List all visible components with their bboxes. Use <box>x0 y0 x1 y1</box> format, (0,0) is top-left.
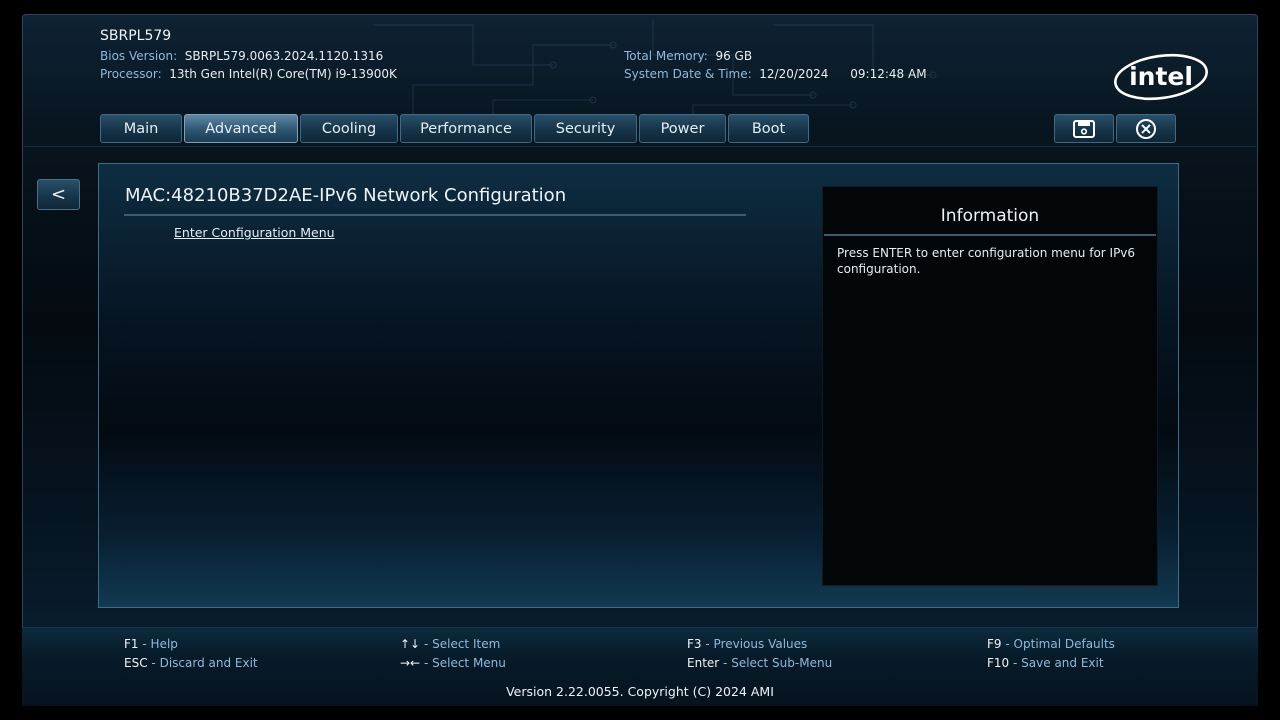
save-button[interactable] <box>1054 114 1114 143</box>
board-name: SBRPL579 <box>100 28 172 44</box>
datetime-row: System Date & Time: 12/20/2024 09:12:48 … <box>624 67 927 81</box>
tab-boot[interactable]: Boot <box>728 114 809 143</box>
floppy-disk-icon <box>1073 119 1095 138</box>
date-value[interactable]: 12/20/2024 <box>759 67 828 81</box>
bios-version-value: SBRPL579.0063.2024.1120.1316 <box>184 49 384 63</box>
select-menu-hint: →← - Select Menu <box>400 656 506 670</box>
page-title: MAC:48210B37D2AE-IPv6 Network Configurat… <box>125 185 567 206</box>
help-hint: F1 - Help <box>124 637 178 651</box>
version-copyright: Version 2.22.0055. Copyright (C) 2024 AM… <box>506 684 774 699</box>
bios-version-label: Bios Version: <box>100 49 178 63</box>
tab-performance[interactable]: Performance <box>400 114 532 143</box>
title-divider <box>124 214 746 216</box>
save-exit-hint: F10 - Save and Exit <box>987 656 1104 670</box>
memory-value: 96 GB <box>715 49 753 63</box>
updown-key: ↑↓ <box>400 637 421 651</box>
intel-logo-text: intel <box>1129 62 1193 91</box>
f10-key: F10 <box>987 656 1010 670</box>
information-text: Press ENTER to enter configuration menu … <box>837 246 1136 276</box>
main-tab-bar: Main Advanced Cooling Performance Securi… <box>100 114 809 143</box>
esc-key: ESC <box>124 656 148 670</box>
processor-label: Processor: <box>100 67 162 81</box>
select-item-desc: Select Item <box>432 637 501 651</box>
select-submenu-hint: Enter - Select Sub-Menu <box>687 656 833 670</box>
f3-key: F3 <box>687 637 702 651</box>
tab-power[interactable]: Power <box>639 114 726 143</box>
processor-row: Processor: 13th Gen Intel(R) Core(TM) i9… <box>100 67 397 81</box>
tab-main[interactable]: Main <box>100 114 182 143</box>
discard-exit-desc: Discard and Exit <box>159 656 258 670</box>
memory-row: Total Memory: 96 GB <box>624 49 752 63</box>
exit-button[interactable] <box>1116 114 1176 143</box>
memory-label: Total Memory: <box>624 49 708 63</box>
f9-key: F9 <box>987 637 1002 651</box>
discard-exit-hint: ESC - Discard and Exit <box>124 656 258 670</box>
select-item-hint: ↑↓ - Select Item <box>400 637 501 651</box>
information-divider <box>824 234 1156 236</box>
optimal-defaults-desc: Optimal Defaults <box>1013 637 1115 651</box>
processor-value: 13th Gen Intel(R) Core(TM) i9-13900K <box>169 67 397 81</box>
time-value[interactable]: 09:12:48 AM <box>850 67 926 81</box>
datetime-label: System Date & Time: <box>624 67 752 81</box>
intel-logo: intel <box>1114 53 1208 101</box>
help-key: F1 <box>124 637 139 651</box>
back-button[interactable]: < <box>37 179 80 210</box>
save-exit-desc: Save and Exit <box>1021 656 1104 670</box>
tab-cooling[interactable]: Cooling <box>300 114 398 143</box>
previous-values-desc: Previous Values <box>713 637 808 651</box>
select-menu-desc: Select Menu <box>432 656 506 670</box>
information-title: Information <box>940 206 1040 226</box>
bios-version-row: Bios Version: SBRPL579.0063.2024.1120.13… <box>100 49 383 63</box>
previous-values-hint: F3 - Previous Values <box>687 637 808 651</box>
tab-security[interactable]: Security <box>534 114 637 143</box>
enter-key: Enter <box>687 656 720 670</box>
select-submenu-desc: Select Sub-Menu <box>731 656 833 670</box>
close-circle-icon <box>1136 118 1156 139</box>
leftright-key: →← <box>400 656 421 670</box>
header-divider <box>22 146 1258 147</box>
optimal-defaults-hint: F9 - Optimal Defaults <box>987 637 1115 651</box>
enter-configuration-menu-link[interactable]: Enter Configuration Menu <box>174 225 335 240</box>
help-desc: Help <box>150 637 178 651</box>
tab-advanced[interactable]: Advanced <box>184 114 298 143</box>
